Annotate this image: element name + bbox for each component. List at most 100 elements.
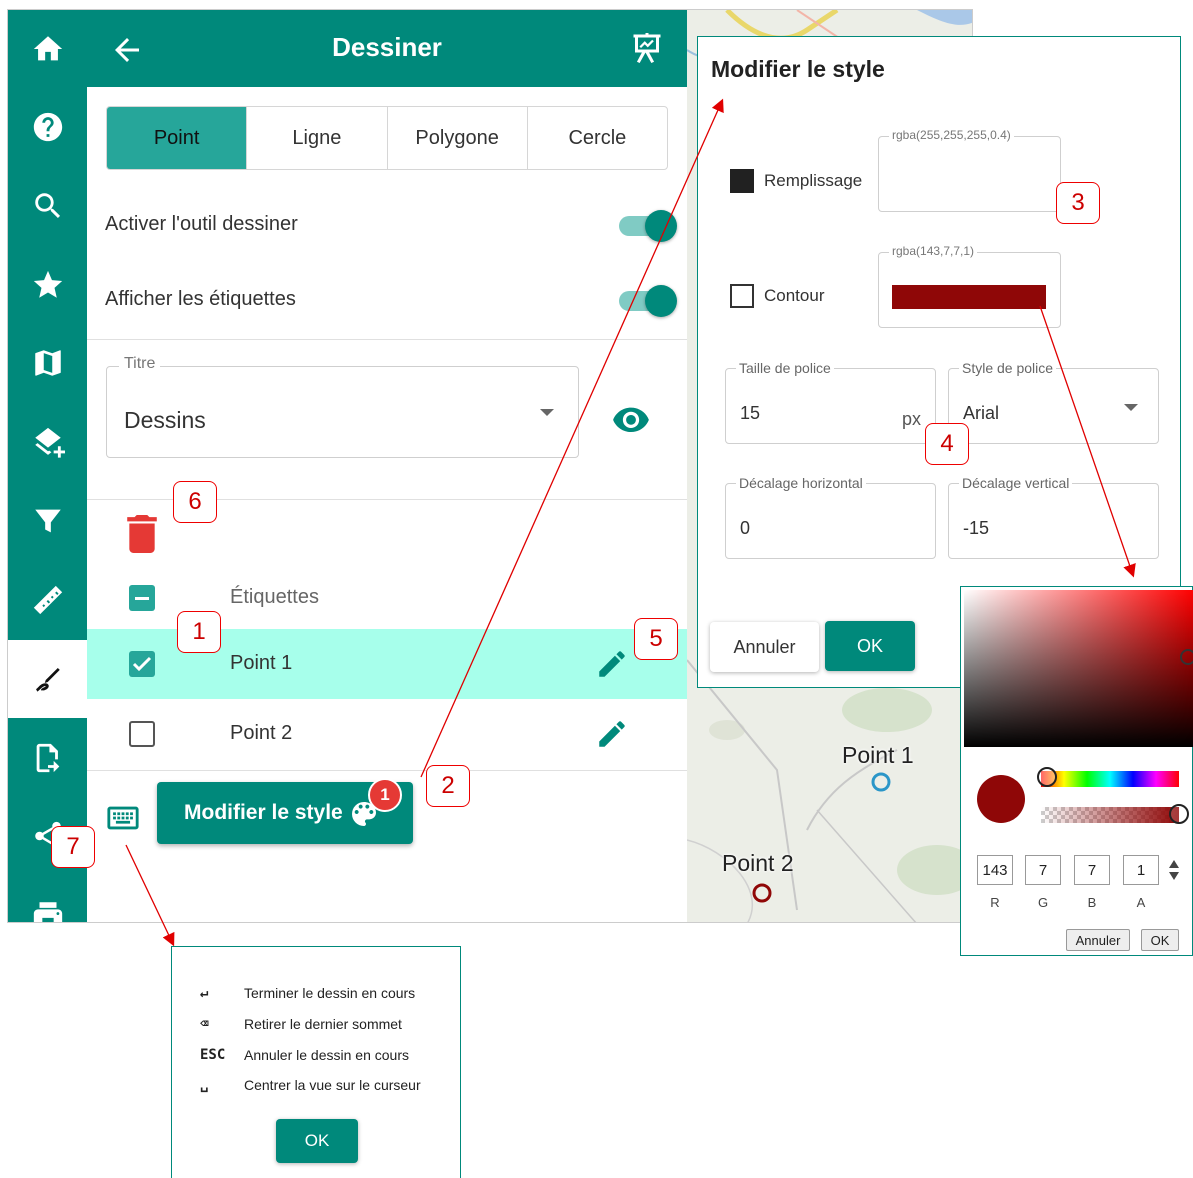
- star-icon: [33, 270, 62, 298]
- alpha-knob[interactable]: [1169, 804, 1189, 824]
- tab-line[interactable]: Ligne: [246, 107, 386, 169]
- maps-button[interactable]: [8, 324, 87, 402]
- list-item-label: Point 1: [230, 652, 293, 674]
- space-key-icon: ␣: [200, 1077, 209, 1093]
- item-checkbox[interactable]: [129, 651, 155, 677]
- shortcut-row: ESC Annuler le dessin en cours: [200, 1045, 409, 1065]
- shortcut-text: Annuler le dessin en cours: [244, 1047, 409, 1063]
- font-size-unit: px: [901, 409, 921, 429]
- color-picker: 143 7 7 1 R G B A Annuler OK: [960, 586, 1193, 956]
- stroke-color-field[interactable]: rgba(143,7,7,1): [878, 244, 1061, 328]
- side-rail: [8, 10, 87, 922]
- shortcut-row: ↵ Terminer le dessin en cours: [200, 983, 415, 1003]
- callout-6: 6: [173, 481, 217, 523]
- draw-panel: Dessiner Point Ligne Polygone Cercle Act…: [87, 10, 687, 922]
- hue-knob[interactable]: [1037, 767, 1057, 787]
- print-button[interactable]: [8, 876, 87, 922]
- cancel-button[interactable]: Annuler: [710, 622, 819, 672]
- draw-icon: [35, 667, 60, 692]
- fill-row: Remplissage: [730, 169, 862, 193]
- delete-icon[interactable]: [127, 515, 157, 553]
- measure-button[interactable]: [8, 561, 87, 639]
- divider: [87, 770, 687, 771]
- draw-button[interactable]: [8, 640, 87, 718]
- blue-input[interactable]: 7: [1074, 855, 1110, 885]
- ruler-icon: [33, 585, 62, 615]
- tab-circle[interactable]: Cercle: [526, 107, 667, 169]
- font-size-legend: Taille de police: [736, 360, 834, 376]
- stroke-row: Contour: [730, 284, 824, 308]
- layer-select-value: Dessins: [124, 407, 206, 433]
- backspace-key-icon: ⌫: [200, 1016, 209, 1032]
- offset-y-field[interactable]: Décalage vertical -15: [948, 475, 1159, 559]
- hue-slider[interactable]: [1041, 771, 1179, 787]
- map-label-point-1: Point 1: [842, 742, 914, 768]
- picker-cancel-button[interactable]: Annuler: [1066, 929, 1130, 951]
- labels-switch[interactable]: [615, 285, 677, 317]
- red-input[interactable]: 143: [977, 855, 1013, 885]
- fill-color-field[interactable]: rgba(255,255,255,0.4): [878, 128, 1061, 212]
- list-item-label: Point 2: [230, 722, 293, 744]
- tab-point[interactable]: Point: [107, 107, 247, 169]
- stroke-swatch: [730, 284, 754, 308]
- panel-title: Dessiner: [332, 32, 442, 62]
- draw-tool-switch[interactable]: [615, 210, 677, 242]
- shortcut-text: Terminer le dessin en cours: [244, 985, 416, 1001]
- font-style-value: Arial: [963, 403, 1000, 423]
- font-size-field[interactable]: Taille de police 15 px: [725, 360, 936, 444]
- alpha-slider[interactable]: [1041, 807, 1179, 823]
- offset-x-field[interactable]: Décalage horizontal 0: [725, 475, 936, 559]
- font-size-value: 15: [740, 403, 761, 423]
- enter-key-icon: ↵: [200, 985, 209, 1001]
- callout-5: 5: [634, 618, 678, 660]
- indeterminate-icon: [135, 597, 149, 600]
- saturation-value-area[interactable]: [964, 590, 1193, 747]
- stroke-color-value: rgba(143,7,7,1): [889, 244, 978, 258]
- layer-select[interactable]: Titre Dessins: [106, 355, 579, 458]
- draw-tool-label: Activer l'outil dessiner: [105, 212, 298, 235]
- map-icon: [34, 350, 61, 376]
- notification-badge: 1: [368, 778, 402, 812]
- help-button[interactable]: [8, 88, 87, 166]
- stroke-color-bar: [892, 285, 1046, 309]
- tab-polygon[interactable]: Polygone: [386, 107, 527, 169]
- presentation-icon[interactable]: [629, 30, 665, 66]
- esc-key-icon: ESC: [200, 1047, 226, 1063]
- home-button[interactable]: [8, 10, 87, 88]
- list-item[interactable]: Point 2: [87, 699, 687, 769]
- callout-7: 7: [51, 826, 95, 868]
- alpha-label: A: [1136, 895, 1146, 910]
- edit-pencil-icon[interactable]: [595, 717, 629, 751]
- font-style-select[interactable]: Style de police Arial: [948, 360, 1159, 444]
- geometry-tabs: Point Ligne Polygone Cercle: [106, 106, 668, 170]
- favorites-button[interactable]: [8, 246, 87, 324]
- stepper-icon[interactable]: [1168, 859, 1180, 881]
- item-checkbox[interactable]: [129, 721, 155, 747]
- shortcuts-ok-button[interactable]: OK: [276, 1119, 358, 1163]
- offset-y-legend: Décalage vertical: [959, 475, 1073, 491]
- filter-icon: [34, 509, 61, 533]
- home-icon: [33, 36, 62, 61]
- red-label: R: [990, 895, 1000, 910]
- saturation-knob[interactable]: [1180, 649, 1193, 665]
- list-header-label: Étiquettes: [230, 586, 319, 608]
- add-layer-button[interactable]: [8, 403, 87, 481]
- callout-1: 1: [177, 611, 221, 653]
- picker-ok-button[interactable]: OK: [1141, 929, 1179, 951]
- shortcuts-dialog: ↵ Terminer le dessin en cours ⌫ Retirer …: [171, 946, 461, 1178]
- dropdown-arrow-icon: [540, 409, 554, 416]
- filter-button[interactable]: [8, 482, 87, 560]
- offset-y-value: -15: [963, 518, 990, 538]
- keyboard-icon[interactable]: [106, 805, 140, 831]
- ok-button[interactable]: OK: [825, 621, 915, 671]
- draw-tool-row: Activer l'outil dessiner: [105, 204, 677, 244]
- callout-4: 4: [925, 423, 969, 465]
- alpha-input[interactable]: 1: [1123, 855, 1159, 885]
- edit-style-label: Modifier le style: [184, 801, 343, 824]
- search-button[interactable]: [8, 167, 87, 245]
- visibility-icon[interactable]: [611, 406, 651, 432]
- green-input[interactable]: 7: [1025, 855, 1061, 885]
- edit-pencil-icon[interactable]: [595, 647, 629, 681]
- import-export-button[interactable]: [8, 719, 87, 797]
- select-all-checkbox[interactable]: [129, 585, 155, 611]
